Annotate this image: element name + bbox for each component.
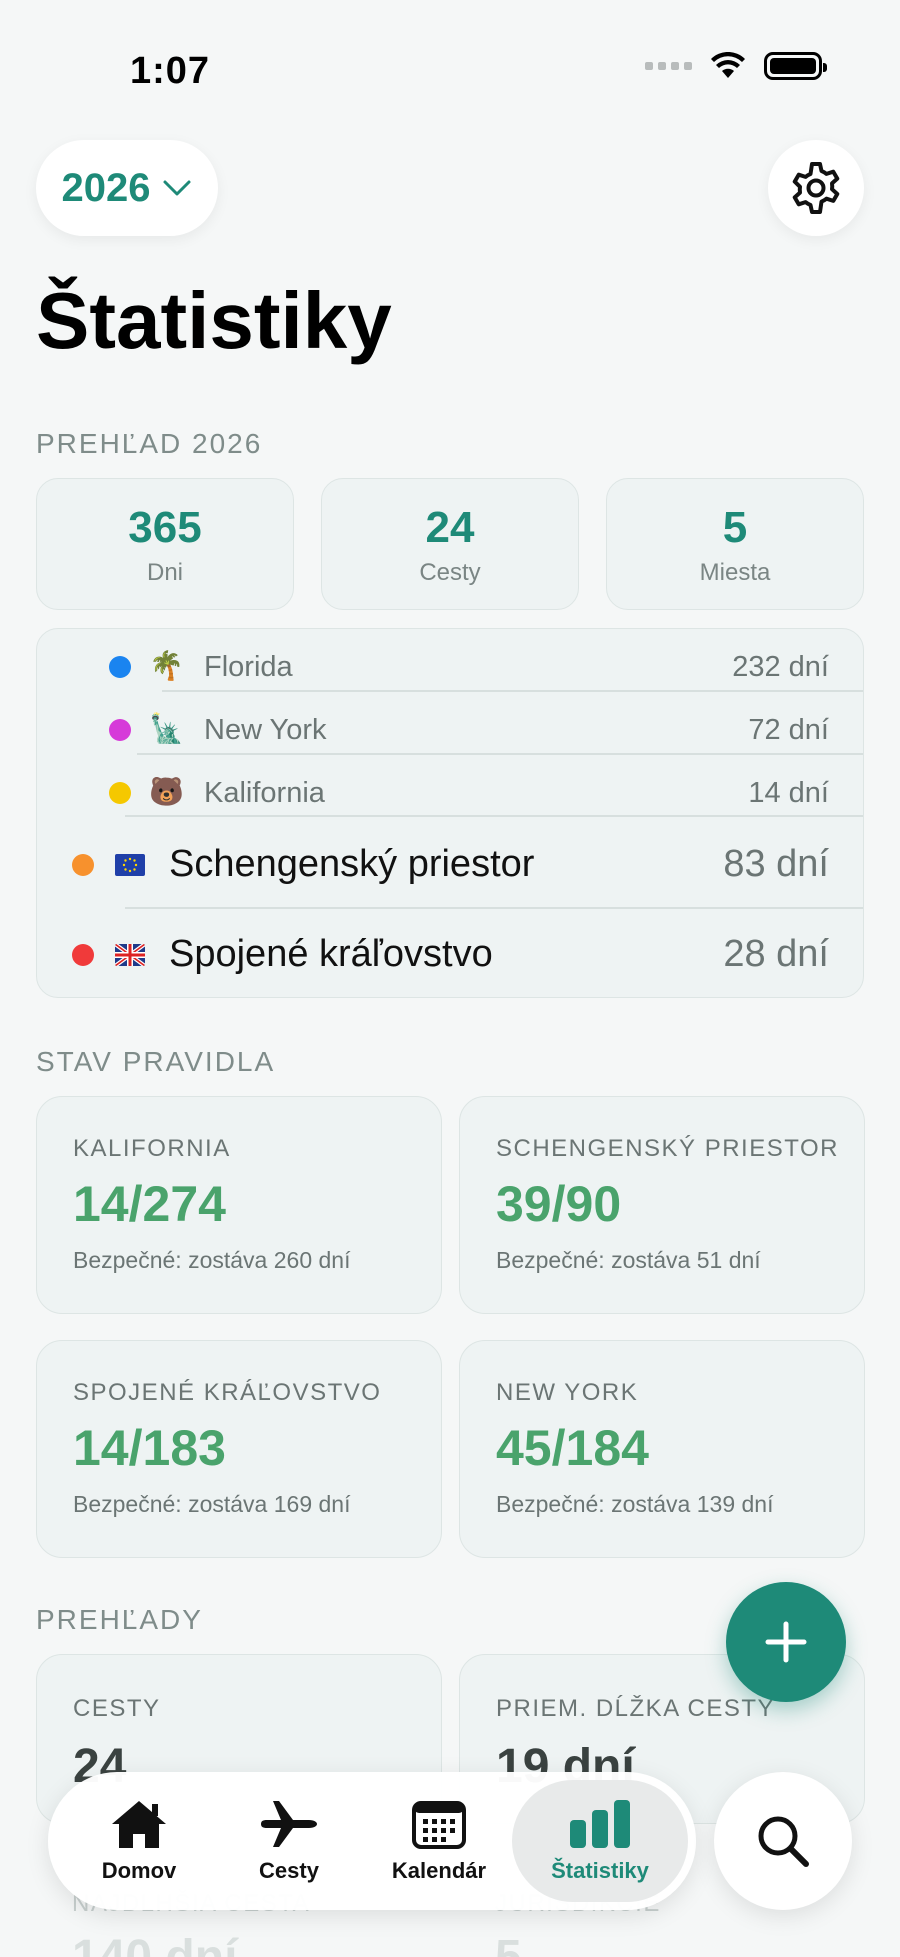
- overview-section-label: PREHĽAD 2026: [36, 428, 263, 459]
- plus-icon: [765, 1621, 807, 1663]
- place-days: 28 dní: [723, 933, 829, 975]
- gear-icon: [792, 162, 840, 214]
- summaries-section-label: PREHĽADY: [36, 1604, 203, 1635]
- place-row-uk[interactable]: Spojené kráľovstvo 28 dní: [37, 913, 863, 997]
- places-list: 🌴 Florida 232 dní 🗽 New York 72 dní 🐻 Ka…: [36, 628, 864, 998]
- search-icon: [758, 1816, 809, 1867]
- rule-status: Bezpečné: zostáva 51 dní: [496, 1247, 761, 1273]
- rule-title: SPOJENÉ KRÁĽOVSTVO: [73, 1379, 382, 1406]
- house-icon: [112, 1801, 166, 1848]
- stat-value: 365: [128, 503, 202, 552]
- rule-title: KALIFORNIA: [73, 1135, 231, 1162]
- bear-icon: 🐻: [149, 776, 184, 807]
- calendar-icon: [412, 1801, 466, 1849]
- rule-status: Bezpečné: zostáva 139 dní: [496, 1491, 774, 1517]
- stat-card-days: 365 Dni: [36, 478, 294, 610]
- divider: [125, 907, 863, 909]
- color-dot: [109, 656, 131, 678]
- tab-label: Domov: [101, 1858, 177, 1883]
- year-label: 2026: [61, 165, 151, 210]
- tab-bar: Domov Cesty Kalendár Štatistiky: [48, 1772, 696, 1910]
- place-row-schengen[interactable]: Schengenský priestor 83 dní: [37, 823, 863, 907]
- place-name: New York: [204, 714, 327, 746]
- color-dot: [72, 944, 94, 966]
- rule-value: 39/90: [496, 1176, 622, 1232]
- summary-title: PRIEM. DĹŽKA CESTY: [496, 1695, 776, 1722]
- place-days: 232 dní: [732, 651, 829, 683]
- rule-value: 45/184: [496, 1420, 649, 1476]
- stat-label: Miesta: [699, 559, 771, 586]
- color-dot: [109, 719, 131, 741]
- divider: [162, 690, 863, 692]
- status-icons: [645, 52, 827, 80]
- rules-section-label: STAV PRAVIDLA: [36, 1046, 276, 1077]
- place-name: Kalifornia: [204, 777, 325, 809]
- stat-label: Cesty: [419, 559, 481, 586]
- chevron-down-icon: [163, 180, 191, 196]
- rule-status: Bezpečné: zostáva 169 dní: [73, 1491, 351, 1517]
- stat-card-trips: 24 Cesty: [321, 478, 579, 610]
- page-title: Štatistiky: [36, 276, 392, 365]
- stat-card-places: 5 Miesta: [606, 478, 864, 610]
- color-dot: [109, 782, 131, 804]
- stat-value: 5: [722, 503, 748, 552]
- airplane-icon: [261, 1801, 317, 1847]
- settings-button[interactable]: [768, 140, 864, 236]
- place-row-florida[interactable]: 🌴 Florida 232 dní: [37, 639, 863, 695]
- add-trip-button[interactable]: [726, 1582, 846, 1702]
- rule-value: 14/274: [73, 1176, 226, 1232]
- place-days: 14 dní: [748, 777, 829, 809]
- divider: [137, 753, 863, 755]
- rule-card-schengen[interactable]: SCHENGENSKÝ PRIESTOR 39/90 Bezpečné: zos…: [459, 1096, 865, 1314]
- rule-title: NEW YORK: [496, 1379, 639, 1406]
- rule-card-new-york[interactable]: NEW YORK 45/184 Bezpečné: zostáva 139 dn…: [459, 1340, 865, 1558]
- tab-label: Cesty: [259, 1858, 319, 1883]
- tab-statistiky[interactable]: Štatistiky: [512, 1780, 688, 1902]
- status-bar: 1:07: [0, 0, 900, 120]
- eu-flag-icon: [115, 854, 145, 876]
- status-time: 1:07: [130, 50, 211, 92]
- place-row-kalifornia[interactable]: 🐻 Kalifornia 14 dní: [37, 765, 863, 821]
- tab-label: Kalendár: [391, 1858, 487, 1883]
- wifi-icon: [711, 52, 745, 78]
- statue-of-liberty-icon: 🗽: [149, 713, 184, 744]
- tab-domov[interactable]: Domov: [64, 1780, 214, 1902]
- place-days: 83 dní: [723, 843, 829, 885]
- place-row-new-york[interactable]: 🗽 New York 72 dní: [37, 702, 863, 758]
- tab-label: Štatistiky: [551, 1858, 649, 1883]
- stat-label: Dni: [146, 559, 183, 586]
- color-dot: [72, 854, 94, 876]
- uk-flag-icon: [115, 944, 145, 966]
- rule-value: 14/183: [73, 1420, 226, 1476]
- place-days: 72 dní: [748, 714, 829, 746]
- rule-title: SCHENGENSKÝ PRIESTOR: [496, 1135, 839, 1162]
- divider: [125, 815, 863, 817]
- search-button[interactable]: [714, 1772, 852, 1910]
- place-name: Florida: [204, 651, 293, 683]
- stat-value: 24: [425, 503, 475, 552]
- palm-tree-icon: 🌴: [149, 650, 184, 681]
- year-selector[interactable]: 2026: [36, 140, 218, 236]
- summary-value-faded: 5: [495, 1930, 522, 1957]
- place-name: Schengenský priestor: [169, 843, 535, 885]
- tab-cesty[interactable]: Cesty: [214, 1780, 364, 1902]
- battery-icon: [764, 52, 827, 80]
- summary-value-faded: 140 dní: [72, 1930, 237, 1957]
- rule-status: Bezpečné: zostáva 260 dní: [73, 1247, 351, 1273]
- tab-kalendar[interactable]: Kalendár: [364, 1780, 514, 1902]
- rule-card-kalifornia[interactable]: KALIFORNIA 14/274 Bezpečné: zostáva 260 …: [36, 1096, 442, 1314]
- bar-chart-icon: [570, 1800, 630, 1848]
- rule-card-uk[interactable]: SPOJENÉ KRÁĽOVSTVO 14/183 Bezpečné: zost…: [36, 1340, 442, 1558]
- place-name: Spojené kráľovstvo: [169, 933, 493, 975]
- cellular-signal-icon: [645, 62, 692, 70]
- summary-title: CESTY: [73, 1695, 161, 1722]
